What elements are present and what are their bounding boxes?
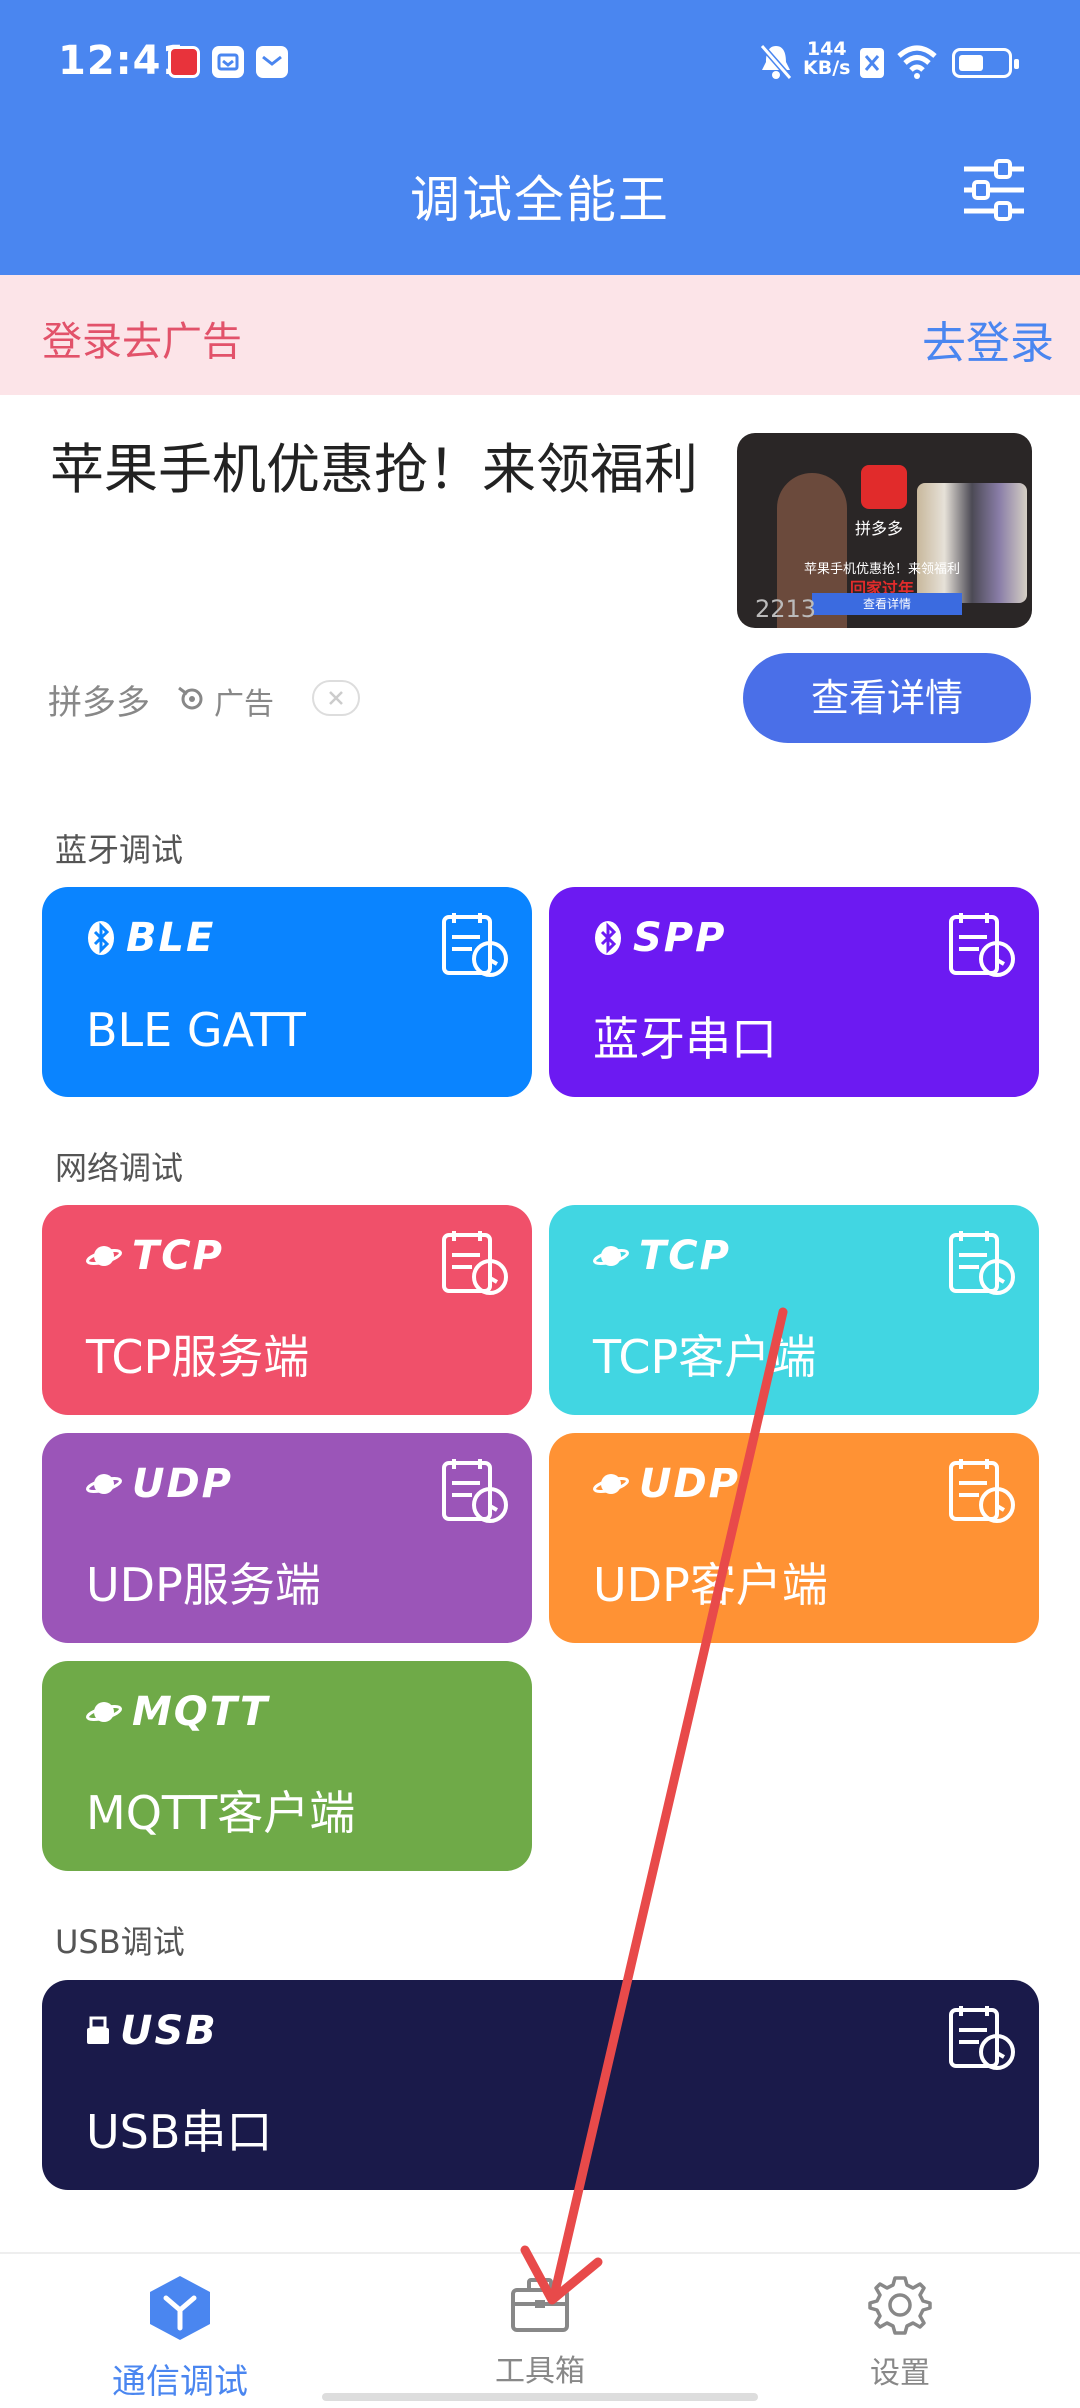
pinduoduo-logo-icon — [861, 465, 907, 509]
tab-toolbox[interactable]: 工具箱 — [440, 2272, 640, 2390]
network-speed: 144 KB/s — [803, 40, 850, 78]
card-proto: MQTT — [86, 1687, 269, 1737]
header: 12:41 144 KB/s 调试全能王 — [0, 0, 1080, 275]
ad-block[interactable]: 苹果手机优惠抢！来领福利 拼多多 苹果手机优惠抢！来领福利 回家过年 查看详情 … — [0, 395, 1080, 775]
ad-close-button[interactable] — [312, 680, 360, 716]
ad-thumbnail[interactable]: 拼多多 苹果手机优惠抢！来领福利 回家过年 查看详情 2213 — [737, 433, 1032, 628]
card-udp-client[interactable]: UDP UDP客户端 — [549, 1433, 1039, 1643]
ad-tag: 广告 — [214, 687, 274, 722]
card-usb-serial[interactable]: USB USB串口 — [42, 1980, 1039, 2190]
log-history-icon[interactable] — [947, 2002, 1017, 2072]
gear-icon — [868, 2276, 932, 2335]
notification-mail-icon — [256, 46, 288, 78]
card-mqtt-client[interactable]: MQTT MQTT客户端 — [42, 1661, 532, 1871]
log-history-icon[interactable] — [440, 1227, 510, 1297]
card-name: BLE GATT — [86, 1003, 306, 1057]
bluetooth-icon — [595, 921, 621, 955]
ad-thumb-button: 查看详情 — [812, 593, 962, 615]
card-udp-server[interactable]: UDP UDP服务端 — [42, 1433, 532, 1643]
section-bluetooth-label: 蓝牙调试 — [55, 831, 184, 869]
card-proto: USB — [86, 2006, 218, 2056]
close-icon — [329, 691, 343, 705]
mute-icon — [759, 44, 793, 80]
card-ble-gatt[interactable]: BLE BLE GATT — [42, 887, 532, 1097]
toolbox-icon — [511, 2278, 569, 2332]
card-proto: TCP — [593, 1231, 731, 1281]
planet-icon — [593, 1246, 629, 1266]
tab-toolbox-label: 工具箱 — [495, 2354, 585, 2389]
log-history-icon[interactable] — [440, 909, 510, 979]
login-remove-ads-text: 登录去广告 — [42, 319, 242, 365]
card-tcp-client[interactable]: TCP TCP客户端 — [549, 1205, 1039, 1415]
card-spp-serial[interactable]: SPP 蓝牙串口 — [549, 887, 1039, 1097]
tab-settings-label: 设置 — [870, 2356, 930, 2391]
ad-title[interactable]: 苹果手机优惠抢！来领福利 — [50, 435, 710, 505]
battery-icon — [952, 48, 1019, 78]
app-title: 调试全能王 — [410, 171, 670, 229]
card-proto: BLE — [86, 913, 215, 963]
ad-source: 拼多多 — [48, 683, 150, 723]
card-proto: UDP — [86, 1459, 233, 1509]
section-usb-label: USB调试 — [55, 1923, 185, 1961]
login-banner: 登录去广告 去登录 — [0, 275, 1080, 395]
home-indicator — [322, 2393, 758, 2401]
notification-calendar-icon — [212, 46, 244, 78]
tab-settings[interactable]: 设置 — [800, 2272, 1000, 2392]
planet-icon — [86, 1246, 122, 1266]
section-network-label: 网络调试 — [55, 1149, 184, 1187]
bluetooth-icon — [88, 921, 114, 955]
card-tcp-server[interactable]: TCP TCP服务端 — [42, 1205, 532, 1415]
network-speed-unit: KB/s — [803, 57, 851, 79]
usb-drive-icon — [87, 2016, 109, 2044]
card-name: MQTT客户端 — [86, 1786, 356, 1840]
sim-disabled-icon — [860, 48, 884, 78]
card-name: TCP服务端 — [86, 1330, 310, 1384]
planet-icon — [86, 1702, 122, 1722]
tab-comm-debug[interactable]: 通信调试 — [80, 2272, 280, 2403]
card-name: TCP客户端 — [593, 1330, 817, 1384]
status-bar: 12:41 144 KB/s — [0, 0, 1080, 130]
log-history-icon[interactable] — [947, 1227, 1017, 1297]
card-name: 蓝牙串口 — [593, 1012, 777, 1066]
card-proto: SPP — [593, 913, 726, 963]
planet-icon — [593, 1474, 629, 1494]
card-proto: TCP — [86, 1231, 224, 1281]
ad-view-details-button[interactable]: 查看详情 — [743, 653, 1031, 743]
log-history-icon[interactable] — [440, 1455, 510, 1525]
card-name: USB串口 — [86, 2105, 273, 2159]
cube-icon — [150, 2276, 210, 2340]
card-name: UDP客户端 — [593, 1558, 828, 1612]
bottom-nav: 通信调试 工具箱 设置 — [0, 2252, 1080, 2408]
ad-mark-icon — [178, 686, 203, 710]
tab-comm-debug-label: 通信调试 — [112, 2362, 248, 2402]
notification-app-icon — [168, 46, 200, 78]
wifi-icon — [897, 45, 937, 79]
sliders-icon[interactable] — [960, 155, 1028, 225]
log-history-icon[interactable] — [947, 909, 1017, 979]
log-history-icon[interactable] — [947, 1455, 1017, 1525]
card-name: UDP服务端 — [86, 1558, 321, 1612]
card-proto: UDP — [593, 1459, 740, 1509]
login-link[interactable]: 去登录 — [922, 307, 1054, 371]
planet-icon — [86, 1474, 122, 1494]
ad-thumb-brand: 拼多多 — [855, 519, 904, 538]
ad-thumb-counter: 2213 — [755, 595, 817, 623]
